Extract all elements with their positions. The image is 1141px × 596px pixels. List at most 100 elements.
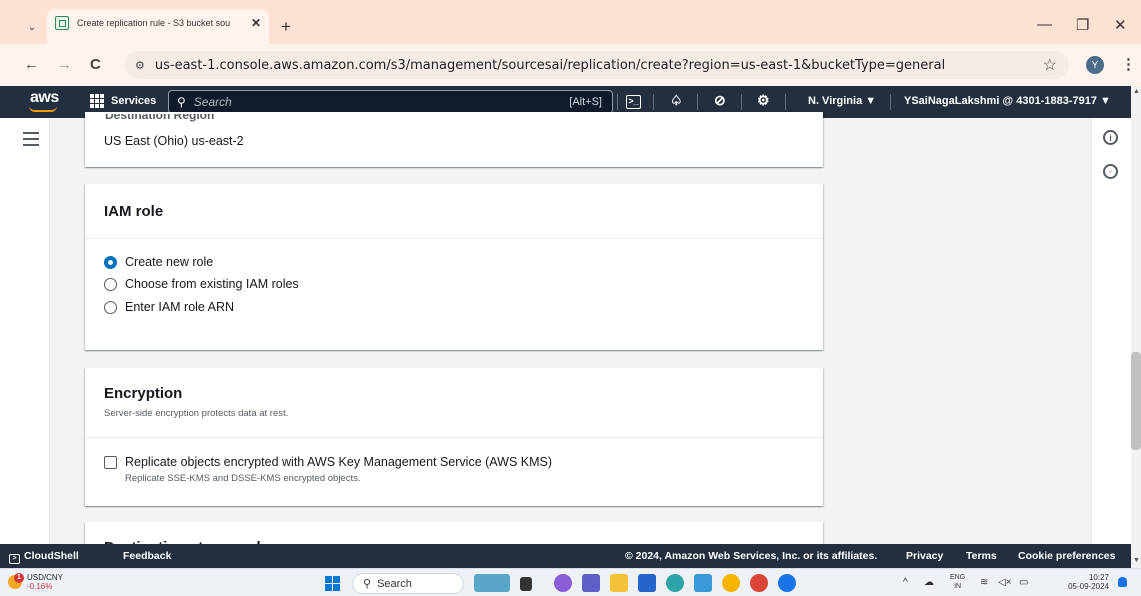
browser-tab-strip: ⌄ Create replication rule - S3 bucket so… [0, 0, 1141, 44]
radio-button[interactable] [104, 277, 117, 291]
aws-logo-smile [29, 106, 57, 112]
aws-search-input[interactable]: ⚲ Search [Alt+S] [168, 90, 613, 114]
encryption-description: Server-side encryption protects data at … [104, 408, 289, 419]
chrome-profile-2-icon[interactable] [778, 574, 796, 592]
radio-choose-existing-role[interactable]: Choose from existing IAM roles [104, 277, 299, 291]
cookie-preferences-link[interactable]: Cookie preferences [1018, 550, 1115, 562]
clock-time: 10:27 [1088, 573, 1109, 582]
cloudshell-button[interactable]: > CloudShell [9, 550, 79, 564]
services-menu-button[interactable]: Services [90, 94, 156, 108]
wifi-icon[interactable]: ≋ [980, 577, 988, 588]
profile-avatar[interactable]: Y [1086, 56, 1104, 74]
radio-enter-role-arn[interactable]: Enter IAM role ARN [104, 300, 234, 314]
cloudshell-icon: > [9, 554, 20, 564]
notifications-bell-icon[interactable]: ♤ [670, 92, 683, 109]
file-explorer-icon[interactable] [610, 574, 628, 592]
url-bar[interactable]: ⚙ us-east-1.console.aws.amazon.com/s3/ma… [125, 51, 1069, 79]
kms-replication-checkbox[interactable] [104, 456, 117, 469]
page-scrollbar-track[interactable] [1131, 86, 1141, 568]
s3-favicon-icon [55, 15, 69, 30]
volume-icon[interactable]: ◁× [998, 577, 1012, 588]
bookmark-star-icon[interactable]: ☆ [1043, 55, 1057, 75]
browser-tab[interactable]: Create replication rule - S3 bucket sou … [47, 9, 269, 44]
ticker-change: -0.16% [27, 582, 53, 591]
nav-divider [697, 94, 698, 110]
right-tools-rail: i ◦ [1091, 118, 1131, 544]
windows-start-icon[interactable] [325, 576, 340, 591]
language-indicator[interactable]: ENG IN [950, 573, 965, 591]
aws-footer: > CloudShell Feedback © 2024, Amazon Web … [0, 544, 1131, 568]
browser-menu-icon[interactable]: ⋮ [1121, 55, 1136, 73]
nav-divider [785, 94, 786, 110]
checkbox-description: Replicate SSE-KMS and DSSE-KMS encrypted… [125, 473, 361, 484]
radio-create-new-role[interactable]: Create new role [104, 255, 213, 269]
iam-role-title: IAM role [104, 203, 164, 220]
windows-taskbar: 1 USD/CNY -0.16% ⚲ Search ^ ☁ ENG IN ≋ ◁… [0, 568, 1141, 596]
scroll-down-arrow-icon[interactable]: ▼ [1133, 557, 1140, 564]
tab-search-chevron-icon[interactable]: ⌄ [23, 18, 41, 36]
feedback-link[interactable]: Feedback [123, 550, 171, 562]
encryption-title: Encryption [104, 385, 183, 402]
taskbar-search[interactable]: ⚲ Search [352, 573, 464, 594]
search-placeholder: Search [193, 95, 232, 109]
radio-button[interactable] [104, 255, 117, 269]
system-clock[interactable]: 10:27 05-09-2024 [1065, 573, 1109, 591]
left-nav-rail [0, 118, 50, 544]
site-info-icon[interactable]: ⚙ [135, 59, 145, 72]
info-icon[interactable]: i [1103, 130, 1118, 145]
radio-button[interactable] [104, 300, 117, 314]
search-icon: ⚲ [363, 578, 372, 590]
teams-icon[interactable] [582, 574, 600, 592]
minimize-icon[interactable]: — [1037, 16, 1052, 33]
lang-region: IN [954, 583, 962, 590]
hamburger-menu-icon[interactable] [23, 132, 39, 150]
task-view-icon[interactable] [474, 574, 510, 592]
maximize-icon[interactable]: ❐ [1076, 16, 1089, 34]
onedrive-cloud-icon[interactable]: ☁ [924, 577, 934, 588]
close-window-icon[interactable]: ✕ [1114, 16, 1127, 34]
tray-overflow-chevron-icon[interactable]: ^ [903, 577, 908, 588]
new-tab-button[interactable]: + [281, 17, 291, 37]
region-selector[interactable]: N. Virginia ▼ [808, 95, 876, 107]
store-icon[interactable] [638, 574, 656, 592]
terms-link[interactable]: Terms [966, 550, 997, 562]
mail-icon[interactable] [694, 574, 712, 592]
radio-label: Choose from existing IAM roles [125, 277, 299, 291]
privacy-link[interactable]: Privacy [906, 550, 943, 562]
notification-bell-icon[interactable] [1118, 577, 1127, 587]
page-scrollbar-thumb[interactable] [1131, 352, 1141, 450]
copilot-icon[interactable] [554, 574, 572, 592]
chrome-icon[interactable] [722, 574, 740, 592]
destination-panel: Destination Region US East (Ohio) us-eas… [85, 112, 823, 167]
settings-gear-icon[interactable]: ⚙ [757, 92, 770, 109]
panel-header: Encryption Server-side encryption protec… [85, 368, 823, 438]
battery-icon[interactable]: ▭ [1019, 577, 1028, 588]
destination-region-value: US East (Ohio) us-east-2 [104, 134, 244, 148]
taskbar-search-label: Search [377, 577, 412, 590]
reload-icon[interactable]: C [90, 56, 101, 73]
copyright-text: © 2024, Amazon Web Services, Inc. or its… [625, 550, 878, 562]
widgets-ticker[interactable]: 1 USD/CNY -0.16% [8, 573, 63, 591]
tab-close-icon[interactable]: ✕ [251, 16, 261, 30]
kms-replication-checkbox-row[interactable]: Replicate objects encrypted with AWS Key… [104, 455, 552, 484]
nav-divider [741, 94, 742, 110]
desktop-app-icon[interactable] [520, 577, 532, 591]
tab-title: Create replication rule - S3 bucket sou [77, 17, 231, 28]
clock-date: 05-09-2024 [1068, 582, 1109, 591]
chrome-profile-icon[interactable] [750, 574, 768, 592]
edge-icon[interactable] [666, 574, 684, 592]
forward-icon[interactable]: → [57, 56, 72, 73]
help-icon[interactable]: ⊘ [714, 92, 726, 109]
nav-divider [617, 94, 618, 110]
address-bar-row: ← → C ⚙ us-east-1.console.aws.amazon.com… [0, 44, 1141, 86]
notifications-hint-icon[interactable]: ◦ [1103, 164, 1118, 179]
back-icon[interactable]: ← [24, 56, 39, 73]
nav-divider [653, 94, 654, 110]
notification-badge: 1 [14, 573, 24, 583]
ticker-name: USD/CNY [27, 573, 64, 582]
account-menu[interactable]: YSaiNagaLakshmi @ 4301-1883-7917 ▼ [904, 95, 1111, 107]
scroll-up-arrow-icon[interactable]: ▲ [1133, 88, 1140, 95]
aws-logo[interactable]: aws [30, 89, 59, 107]
services-label: Services [111, 95, 157, 107]
cloudshell-icon[interactable]: >_ [626, 95, 641, 109]
